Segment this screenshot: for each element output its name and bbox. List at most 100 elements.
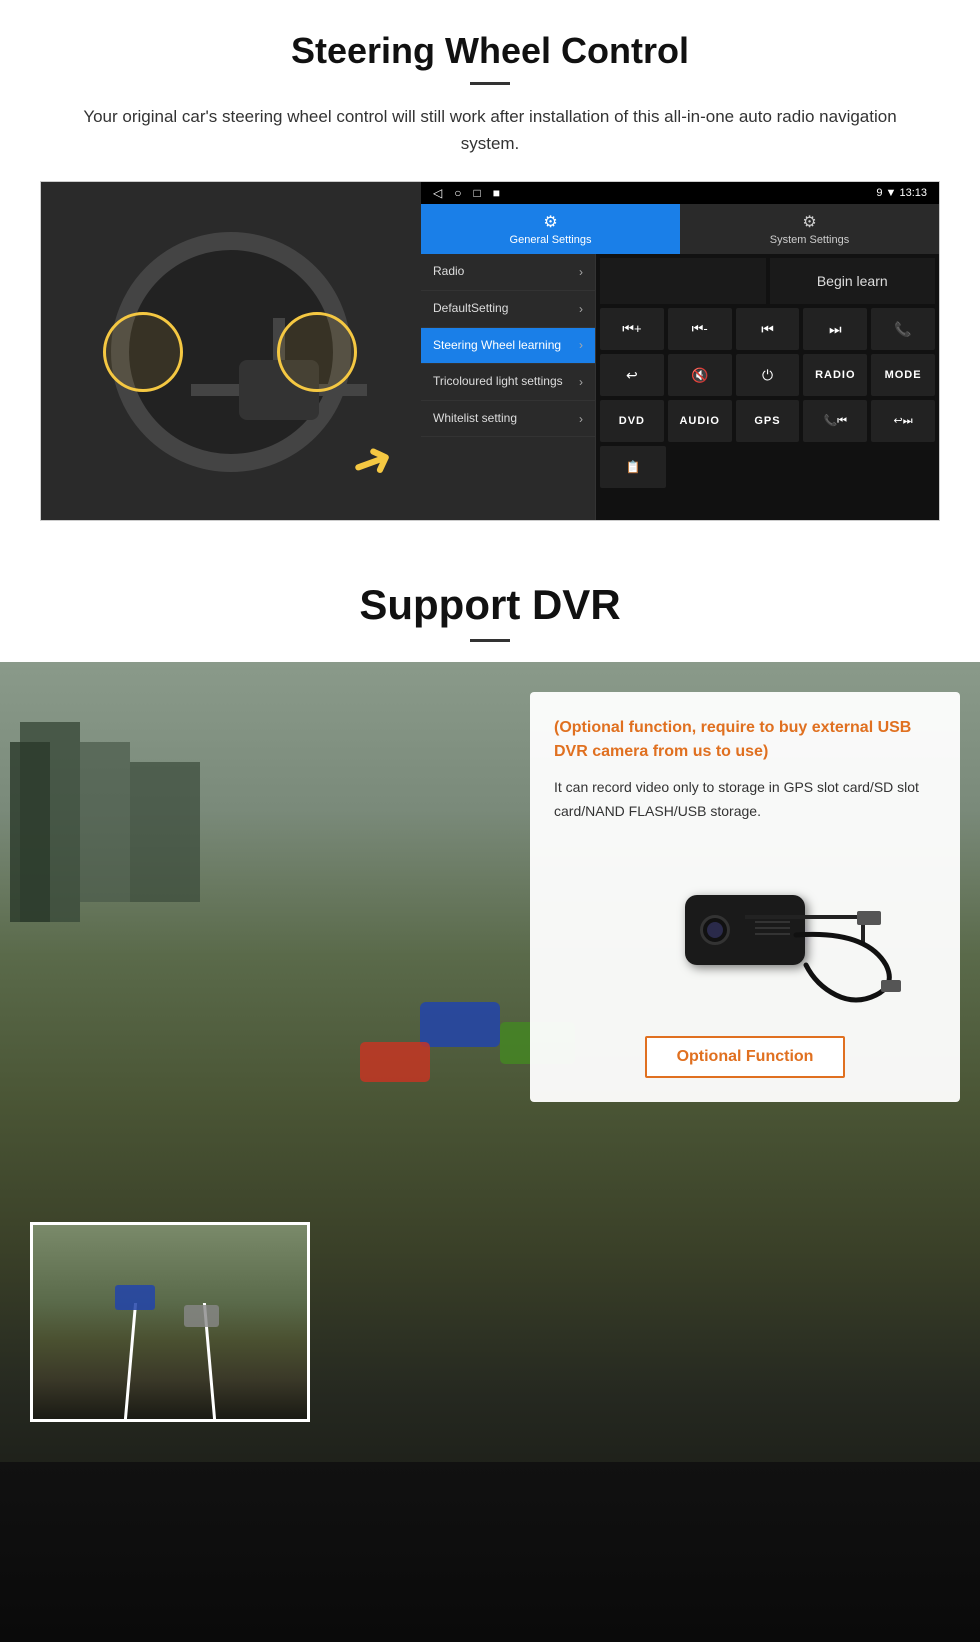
- radio-label: RADIO: [815, 369, 855, 381]
- menu-item-tricoloured[interactable]: Tricoloured light settings ›: [421, 364, 595, 401]
- steering-wheel-image: ➜: [41, 182, 421, 521]
- menu-item-radio-label: Radio: [433, 264, 464, 280]
- menu-chevron-icon: ›: [579, 375, 583, 389]
- title-divider: [470, 82, 510, 85]
- menu-item-steering-label: Steering Wheel learning: [433, 338, 561, 354]
- prev-track-button[interactable]: ⏮: [736, 308, 800, 350]
- statusbar-status: 9 ▼ 13:13: [876, 187, 927, 199]
- back-next-button[interactable]: ↩⏭: [871, 400, 935, 442]
- phone-prev-icon: 📞⏮: [823, 414, 847, 428]
- dvr-optional-title: (Optional function, require to buy exter…: [554, 716, 936, 764]
- menu-chevron-active-icon: ›: [579, 338, 583, 352]
- highlight-left: [103, 312, 183, 392]
- page-title: Steering Wheel Control: [40, 30, 940, 72]
- preview-road-bg: [33, 1225, 307, 1419]
- mute-icon: 🔇: [691, 367, 708, 384]
- begin-learn-button[interactable]: Begin learn: [770, 258, 936, 304]
- dvr-description: It can record video only to storage in G…: [554, 776, 936, 824]
- vol-up-icon: ⏮+: [622, 321, 641, 337]
- back-icon: ◁: [433, 186, 442, 200]
- steering-demo: ➜ ◁ ○ □ ■ 9 ▼ 13:13 ⚙: [40, 181, 940, 521]
- power-icon: ⏻: [762, 367, 773, 384]
- menu-item-default-setting[interactable]: DefaultSetting ›: [421, 291, 595, 328]
- optional-function-button[interactable]: Optional Function: [645, 1036, 846, 1078]
- mute-button[interactable]: 🔇: [668, 354, 732, 396]
- extra-button[interactable]: 📋: [600, 446, 666, 488]
- tab-general-label: General Settings: [510, 234, 592, 246]
- tab-system-settings[interactable]: ⚙ System Settings: [680, 204, 939, 254]
- next-track-icon: ⏭: [829, 321, 842, 338]
- back-call-button[interactable]: ↩: [600, 354, 664, 396]
- menu-chevron-icon: ›: [579, 412, 583, 426]
- controls-row-1: ⏮+ ⏮- ⏮ ⏭ 📞: [600, 308, 935, 350]
- arrow-icon: ➜: [342, 427, 401, 496]
- menu-item-whitelist[interactable]: Whitelist setting ›: [421, 401, 595, 438]
- dvr-camera-preview: [30, 1222, 310, 1422]
- dvr-camera-illustration: [554, 840, 936, 1020]
- menu-item-steering-wheel[interactable]: Steering Wheel learning ›: [421, 328, 595, 365]
- signal-icon: 9 ▼ 13:13: [876, 187, 927, 199]
- begin-learn-row: Begin learn: [600, 258, 935, 304]
- android-statusbar: ◁ ○ □ ■ 9 ▼ 13:13: [421, 182, 939, 204]
- menu-icon: ■: [493, 186, 500, 200]
- android-tabs: ⚙ General Settings ⚙ System Settings: [421, 204, 939, 254]
- highlight-right: [277, 312, 357, 392]
- menu-item-default-label: DefaultSetting: [433, 301, 508, 317]
- menu-chevron-icon: ›: [579, 302, 583, 316]
- back-next-icon: ↩⏭: [894, 414, 913, 428]
- audio-label: AUDIO: [679, 415, 719, 427]
- menu-chevron-icon: ›: [579, 265, 583, 279]
- mode-button[interactable]: MODE: [871, 354, 935, 396]
- android-panel: ◁ ○ □ ■ 9 ▼ 13:13 ⚙ General Settings ⚙ S…: [421, 182, 939, 521]
- general-settings-icon: ⚙: [543, 212, 557, 232]
- steering-wheel-graphic: ➜: [81, 212, 381, 492]
- phone-prev-button[interactable]: 📞⏮: [803, 400, 867, 442]
- controls-row-3: DVD AUDIO GPS 📞⏮ ↩⏭: [600, 400, 935, 442]
- tab-general-settings[interactable]: ⚙ General Settings: [421, 204, 680, 254]
- prev-track-icon: ⏮: [761, 321, 774, 338]
- back-call-icon: ↩: [626, 367, 638, 384]
- home-icon: ○: [454, 186, 461, 200]
- dvr-info-card: (Optional function, require to buy exter…: [530, 692, 960, 1102]
- system-settings-icon: ⚙: [802, 212, 816, 232]
- controls-row-2: ↩ 🔇 ⏻ RADIO MODE: [600, 354, 935, 396]
- dvr-title-container: Support DVR: [0, 541, 980, 662]
- statusbar-nav-icons: ◁ ○ □ ■: [433, 186, 500, 200]
- dvd-button[interactable]: DVD: [600, 400, 664, 442]
- dvr-section: Support DVR (Op: [0, 541, 980, 1642]
- steering-controls-area: Begin learn ⏮+ ⏮- ⏮: [596, 254, 939, 521]
- dvr-title: Support DVR: [0, 581, 980, 629]
- mode-label: MODE: [885, 369, 922, 381]
- menu-item-tricoloured-label: Tricoloured light settings: [433, 374, 563, 390]
- dashboard-strip: [0, 1462, 980, 1642]
- camera-lens: [700, 915, 730, 945]
- gps-button[interactable]: GPS: [736, 400, 800, 442]
- phone-button[interactable]: 📞: [871, 308, 935, 350]
- steering-subtitle: Your original car's steering wheel contr…: [80, 103, 900, 157]
- menu-item-whitelist-label: Whitelist setting: [433, 411, 517, 427]
- usb-plug: [857, 911, 881, 925]
- camera-lens-inner: [707, 922, 723, 938]
- dvd-label: DVD: [619, 415, 645, 427]
- controls-empty-space: [600, 258, 766, 304]
- next-track-button[interactable]: ⏭: [803, 308, 867, 350]
- phone-icon: 📞: [894, 321, 911, 338]
- android-content: Radio › DefaultSetting › Steering Wheel …: [421, 254, 939, 521]
- radio-button[interactable]: RADIO: [803, 354, 867, 396]
- controls-row-4: 📋: [600, 446, 935, 488]
- dvr-content-area: (Optional function, require to buy exter…: [0, 662, 980, 1642]
- vol-down-icon: ⏮-: [692, 321, 708, 337]
- dvr-title-divider: [470, 639, 510, 642]
- steering-section: Steering Wheel Control Your original car…: [0, 0, 980, 541]
- audio-button[interactable]: AUDIO: [668, 400, 732, 442]
- tab-system-label: System Settings: [770, 234, 849, 246]
- cable-svg: [786, 925, 906, 1005]
- settings-menu: Radio › DefaultSetting › Steering Wheel …: [421, 254, 596, 521]
- vol-down-button[interactable]: ⏮-: [668, 308, 732, 350]
- extra-icon: 📋: [626, 460, 641, 474]
- recent-icon: □: [473, 186, 480, 200]
- vol-up-button[interactable]: ⏮+: [600, 308, 664, 350]
- power-button[interactable]: ⏻: [736, 354, 800, 396]
- gps-label: GPS: [754, 415, 780, 427]
- menu-item-radio[interactable]: Radio ›: [421, 254, 595, 291]
